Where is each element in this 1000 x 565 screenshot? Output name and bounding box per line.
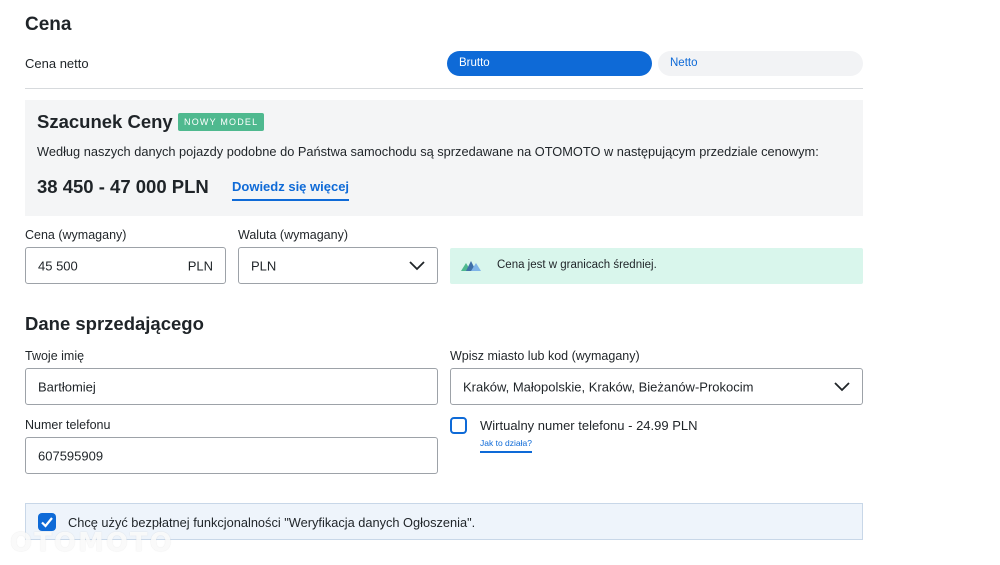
- learn-more-link[interactable]: Dowiedz się więcej: [232, 179, 350, 201]
- estimate-title: Szacunek Ceny: [37, 111, 173, 132]
- price-indicator-icon: [461, 261, 481, 271]
- section-divider: [25, 88, 863, 89]
- phone-input[interactable]: 607595909: [25, 437, 438, 474]
- price-currency-suffix: PLN: [187, 258, 213, 273]
- virtual-number-checkbox[interactable]: [450, 417, 467, 434]
- name-input[interactable]: Bartłomiej: [25, 368, 438, 405]
- price-info-text: Cena jest w granicach średniej.: [497, 259, 657, 271]
- price-input-value: 45 500: [38, 258, 78, 273]
- price-range: 38 450 - 47 000 PLN: [37, 176, 209, 197]
- city-select-value: Kraków, Małopolskie, Kraków, Bieżanów-Pr…: [463, 379, 754, 394]
- gross-toggle-button[interactable]: Brutto: [447, 51, 652, 76]
- chevron-down-icon: [834, 381, 850, 391]
- currency-label: Waluta (wymagany): [238, 228, 348, 242]
- phone-label: Numer telefonu: [25, 418, 111, 432]
- price-label: Cena (wymagany): [25, 228, 127, 242]
- name-input-value: Bartłomiej: [38, 379, 96, 394]
- price-input[interactable]: 45 500 PLN: [25, 247, 226, 284]
- currency-select-value: PLN: [251, 258, 277, 273]
- price-estimate-box: Szacunek Ceny NOWY MODEL Według naszych …: [25, 100, 863, 216]
- virtual-number-label: Wirtualny numer telefonu - 24.99 PLN: [480, 418, 698, 433]
- net-toggle-button[interactable]: Netto: [658, 51, 863, 76]
- seller-section-title: Dane sprzedającego: [25, 313, 204, 334]
- phone-input-value: 607595909: [38, 448, 104, 463]
- estimate-description: Według naszych danych pojazdy podobne do…: [37, 144, 819, 159]
- how-it-works-link[interactable]: Jak to działa?: [480, 438, 532, 453]
- currency-select[interactable]: PLN: [238, 247, 438, 284]
- price-info-banner: Cena jest w granicach średniej.: [450, 248, 863, 284]
- city-label: Wpisz miasto lub kod (wymagany): [450, 349, 640, 363]
- name-label: Twoje imię: [25, 349, 85, 363]
- new-model-badge: NOWY MODEL: [178, 113, 265, 131]
- otomoto-watermark: OTOMOTO: [10, 528, 174, 558]
- net-price-label: Cena netto: [25, 56, 89, 71]
- price-section-title: Cena: [25, 14, 72, 35]
- city-select[interactable]: Kraków, Małopolskie, Kraków, Bieżanów-Pr…: [450, 368, 863, 405]
- chevron-down-icon: [409, 260, 425, 270]
